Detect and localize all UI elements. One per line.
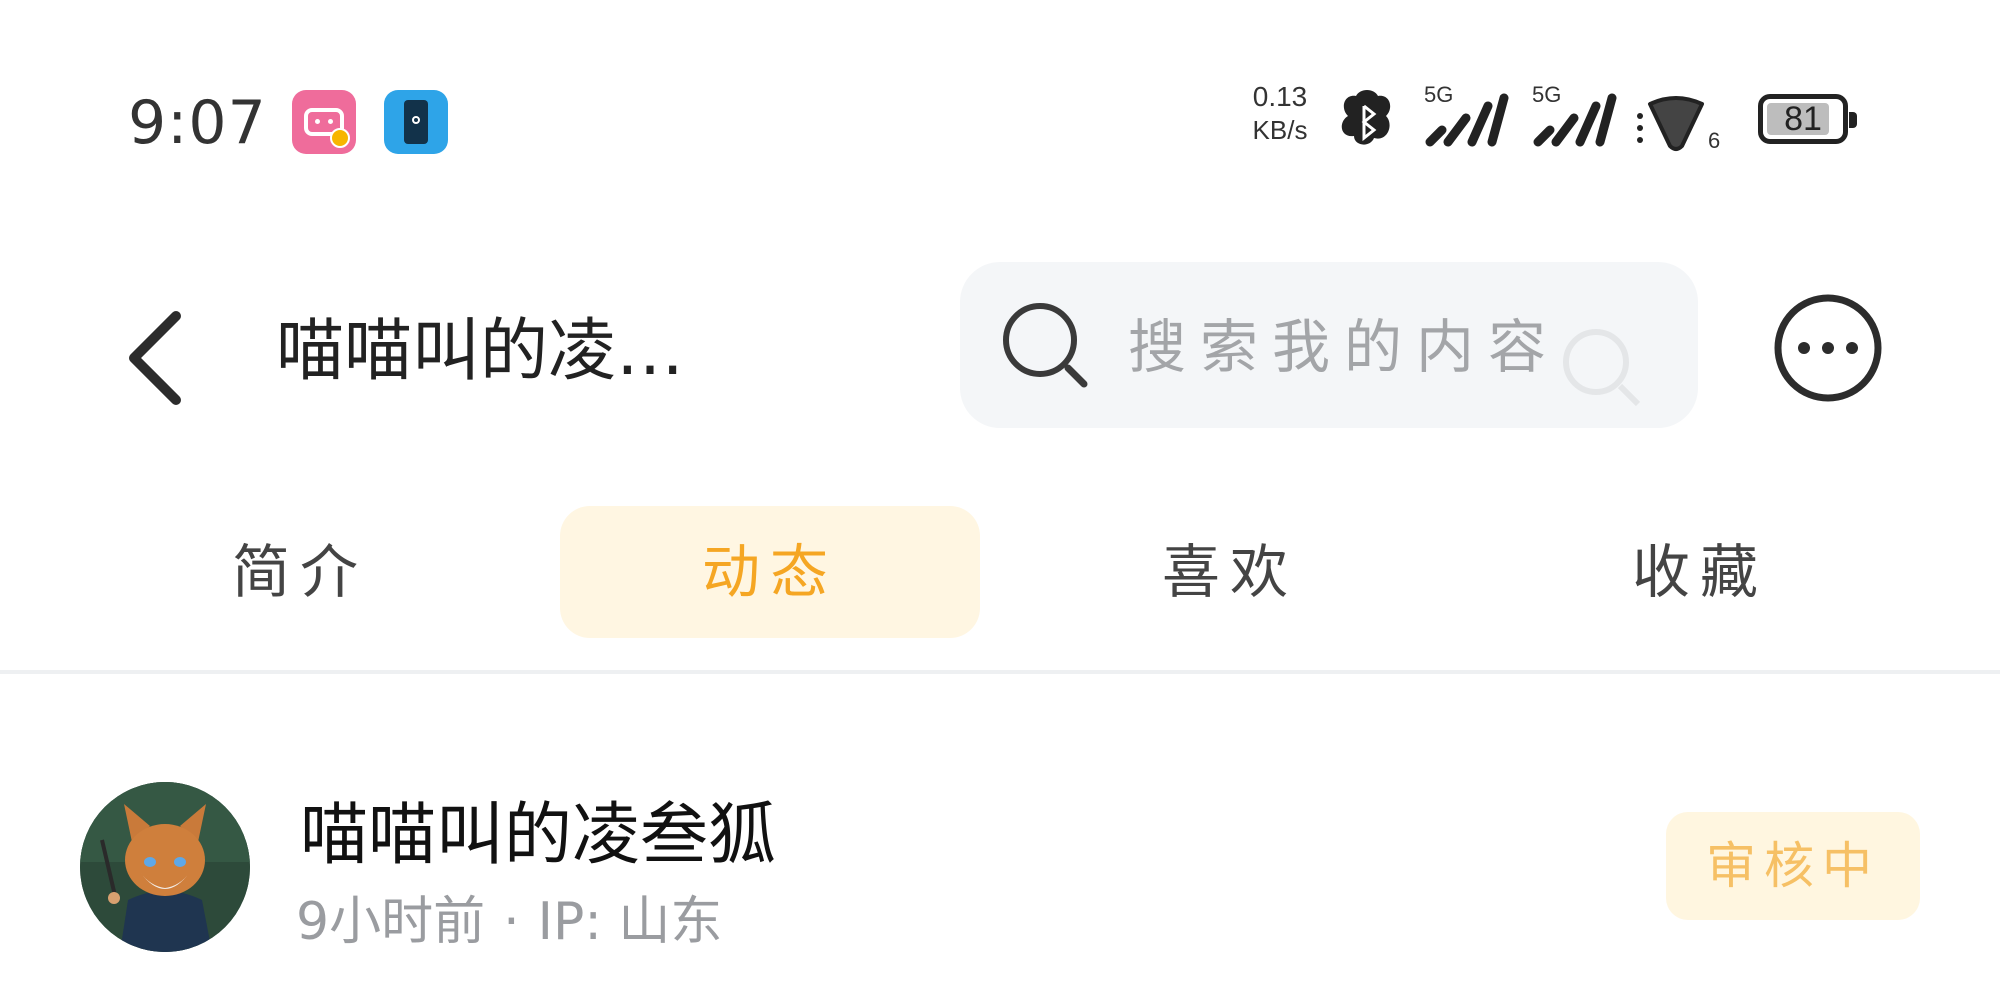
tab-activity[interactable]: 动态 [560,506,980,638]
search-box[interactable] [960,262,1698,428]
post-time: 9小时前 [296,892,486,952]
profile-tabs: 简介 动态 喜欢 收藏 [0,506,2000,640]
wifi-channel-number: 6 [1708,128,1721,153]
network-speed-value: 0.13 [1252,81,1308,112]
status-bar: 9:07 0.13 KB/s 5G 5G 6 81 [0,0,2000,170]
post-header: 喵喵叫的凌叁狐 9小时前 · IP: 山东 审核中 [0,760,2000,960]
network-speed-unit: KB/s [1252,115,1308,145]
tab-favorites[interactable]: 收藏 [1520,506,1880,638]
phone-app-icon [384,90,448,154]
search-watermark-icon [1563,329,1641,407]
battery-level: 81 [1784,100,1822,138]
more-horizontal-icon[interactable] [1772,292,1884,404]
post-ip-location: IP: 山东 [537,892,723,952]
bilibili-icon [292,90,356,154]
status-badge: 审核中 [1666,812,1920,920]
tab-intro[interactable]: 简介 [120,506,480,638]
tab-likes[interactable]: 喜欢 [1040,506,1420,638]
search-input[interactable] [1128,302,1548,392]
status-time: 9:07 [128,88,267,158]
network-speed: 0.13 KB/s [1240,80,1320,146]
author-name[interactable]: 喵喵叫的凌叁狐 [300,786,776,886]
chevron-left-icon[interactable] [118,302,198,412]
bluetooth-headset-icon [1341,90,1391,145]
signal-strength-icon [1533,93,1617,147]
divider [0,670,2000,674]
post-meta: 9小时前 · IP: 山东 [296,882,722,962]
page-title: 喵喵叫的凌… [276,312,685,391]
top-header: 喵喵叫的凌… [0,230,2000,430]
battery-icon: 81 [1758,94,1857,144]
signal-strength-icon [1425,93,1509,147]
avatar[interactable] [80,782,250,952]
search-icon [1003,303,1088,388]
wifi-icon [1637,96,1704,151]
meta-separator: · [503,892,520,952]
